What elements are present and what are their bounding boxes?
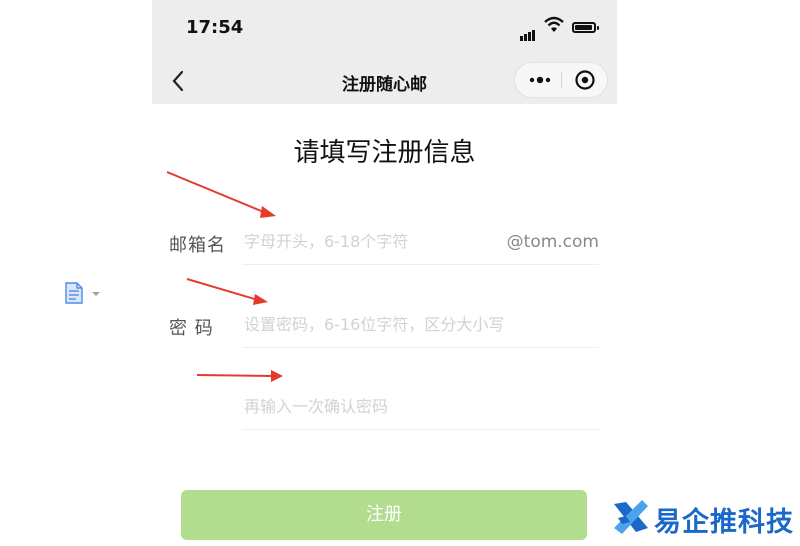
arrow-to-password — [186, 278, 268, 305]
arrow-to-email — [166, 171, 276, 218]
brand-watermark: 易企推科技 — [612, 496, 800, 538]
annotation-arrows — [166, 171, 283, 382]
brand-logo-icon — [614, 500, 648, 534]
arrow-to-confirm — [196, 370, 283, 382]
brand-text: 易企推科技 — [654, 507, 794, 538]
